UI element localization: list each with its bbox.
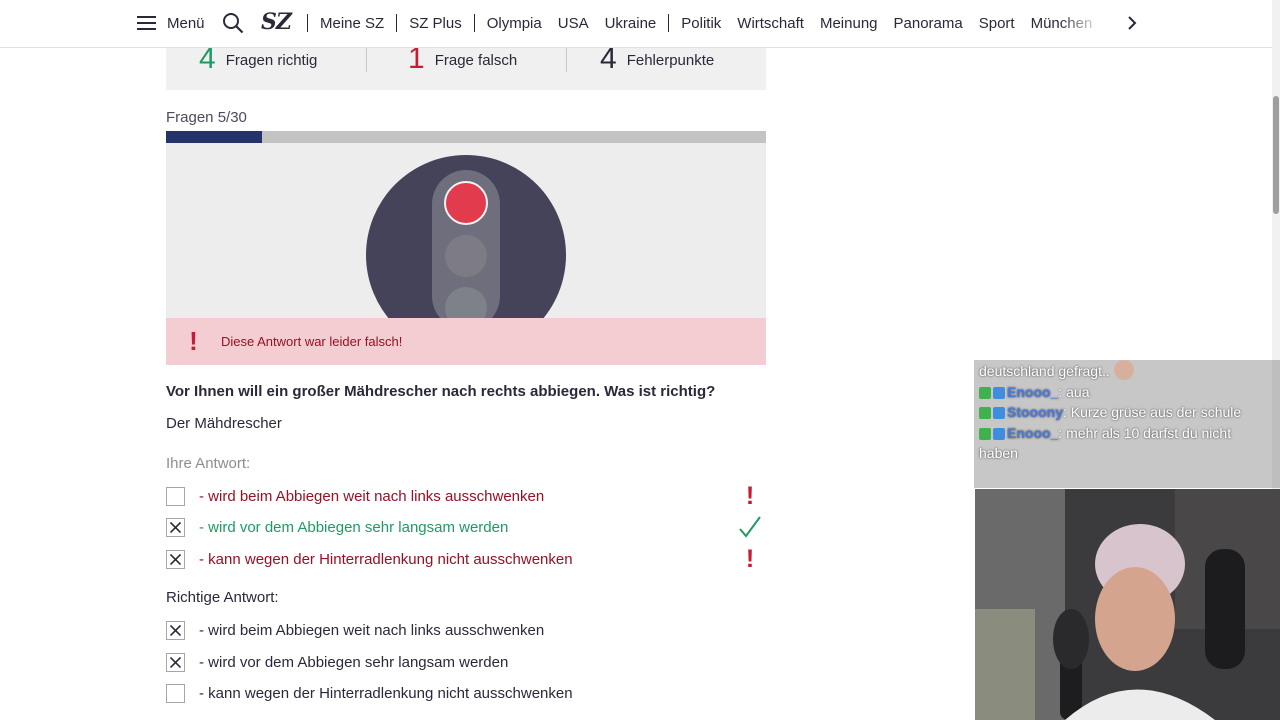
- wrong-label: Frage falsch: [434, 51, 518, 69]
- webcam-feed: [975, 489, 1280, 720]
- menu-icon: [137, 16, 156, 30]
- badge-icon: [993, 407, 1005, 419]
- nav-divider: [668, 14, 670, 32]
- stream-chat-overlay: deutschland gefragt.. Enooo_: aua Stooon…: [974, 360, 1280, 488]
- chat-username: Enooo_: [1007, 383, 1059, 400]
- answer-checkbox: [166, 620, 185, 640]
- your-answer-label: Ihre Antwort:: [166, 455, 251, 472]
- nav-link-politik[interactable]: Politik: [681, 15, 721, 32]
- answer-text: - wird beim Abbiegen weit nach links aus…: [199, 487, 545, 505]
- nav-link-meine-sz[interactable]: Meine SZ: [320, 15, 384, 32]
- your-answer-option: - kann wegen der Hinterradlenkung nicht …: [166, 544, 766, 573]
- your-answer-option: - wird beim Abbiegen weit nach links aus…: [166, 481, 766, 510]
- nav-divider: [307, 14, 308, 32]
- nav-link-panorama[interactable]: Panorama: [894, 15, 963, 32]
- chat-message: Enooo_: mehr als 10 darfst du nicht habe…: [974, 423, 1269, 464]
- nav-divider: [396, 14, 398, 32]
- chat-text: : aua: [1058, 383, 1090, 400]
- answer-text: - wird vor dem Abbiegen sehr langsam wer…: [199, 518, 509, 536]
- question-illustration: [166, 143, 766, 318]
- chat-text: : Kurze grüse aus der schule: [1063, 404, 1242, 420]
- badge-icon: [979, 407, 991, 419]
- correct-answer-label: Richtige Antwort:: [166, 589, 279, 606]
- nav-link-sport[interactable]: Sport: [979, 15, 1015, 32]
- question-stem: Der Mähdrescher: [166, 415, 282, 432]
- exclamation-icon: !: [189, 326, 198, 356]
- webcam-image: [975, 489, 1280, 720]
- badge-icon: [979, 386, 991, 399]
- exclamation-icon: !: [745, 481, 755, 510]
- progress-fill: [166, 131, 262, 143]
- nav-links: Meine SZ SZ Plus Olympia USA Ukraine Pol…: [303, 14, 1100, 32]
- chevron-right-icon[interactable]: [1125, 15, 1139, 31]
- chat-text: deutschland gefragt..: [979, 363, 1110, 379]
- badge-icon: [993, 427, 1005, 440]
- cross-icon: [170, 624, 181, 636]
- answer-checkbox: [166, 683, 185, 703]
- traffic-light-icon: [366, 155, 566, 318]
- avatar: [1113, 360, 1134, 380]
- question-text: Vor Ihnen will ein großer Mähdrescher na…: [166, 383, 716, 400]
- nav-link-sz-plus[interactable]: SZ Plus: [409, 15, 462, 32]
- feedback-banner: ! Diese Antwort war leider falsch!: [166, 318, 766, 365]
- chat-message: Stooony: Kurze grüse aus der schule: [974, 402, 1269, 423]
- nav-fade: [1060, 0, 1120, 46]
- answer-text: - wird vor dem Abbiegen sehr langsam wer…: [199, 653, 509, 671]
- answer-text: - kann wegen der Hinterradlenkung nicht …: [199, 684, 573, 702]
- nav-link-wirtschaft[interactable]: Wirtschaft: [737, 15, 804, 32]
- nav-link-meinung[interactable]: Meinung: [820, 15, 878, 32]
- badge-icon: [979, 427, 991, 440]
- answer-checkbox[interactable]: [166, 549, 185, 569]
- answer-checkbox: [166, 652, 185, 672]
- nav-link-olympia[interactable]: Olympia: [487, 15, 542, 32]
- chat-username: Enooo_: [1007, 424, 1059, 441]
- nav-link-usa[interactable]: USA: [558, 15, 589, 32]
- menu-button[interactable]: Menü: [137, 12, 205, 34]
- answer-checkbox[interactable]: [166, 517, 185, 537]
- scrollbar-thumb[interactable]: [1273, 96, 1279, 214]
- sz-logo[interactable]: SZ: [261, 9, 292, 35]
- nav-link-ukraine[interactable]: Ukraine: [605, 15, 657, 32]
- your-answer-option: - wird vor dem Abbiegen sehr langsam wer…: [166, 515, 766, 539]
- answer-text: - wird beim Abbiegen weit nach links aus…: [199, 621, 545, 639]
- answer-checkbox[interactable]: [166, 486, 185, 506]
- chat-message: Enooo_: aua: [974, 382, 1269, 403]
- chat-username: Stooony: [1007, 404, 1063, 420]
- correct-count: 4: [199, 42, 216, 75]
- penalty-label: Fehlerpunkte: [626, 51, 715, 69]
- menu-label: Menü: [167, 14, 205, 32]
- wrong-count: 1: [408, 42, 425, 75]
- correct-label: Fragen richtig: [225, 51, 318, 69]
- cross-icon: [170, 521, 181, 533]
- search-icon[interactable]: [222, 12, 244, 34]
- correct-answer-option: - wird beim Abbiegen weit nach links aus…: [166, 618, 766, 642]
- progress-label: Fragen 5/30: [166, 109, 247, 126]
- correct-answer-option: - wird vor dem Abbiegen sehr langsam wer…: [166, 650, 766, 674]
- checkmark-icon: [738, 515, 762, 539]
- answer-text: - kann wegen der Hinterradlenkung nicht …: [199, 550, 573, 568]
- correct-answer-option: - kann wegen der Hinterradlenkung nicht …: [166, 681, 766, 705]
- feedback-text: Diese Antwort war leider falsch!: [221, 334, 403, 349]
- top-navigation: Menü SZ Meine SZ SZ Plus Olympia USA Ukr…: [0, 0, 1272, 48]
- penalty-count: 4: [600, 42, 617, 75]
- badge-icon: [993, 386, 1005, 399]
- progress-bar: [166, 131, 766, 143]
- chat-message: deutschland gefragt..: [974, 360, 1269, 382]
- cross-icon: [170, 656, 181, 668]
- nav-divider: [473, 14, 475, 32]
- exclamation-icon: !: [745, 544, 755, 573]
- cross-icon: [170, 553, 181, 565]
